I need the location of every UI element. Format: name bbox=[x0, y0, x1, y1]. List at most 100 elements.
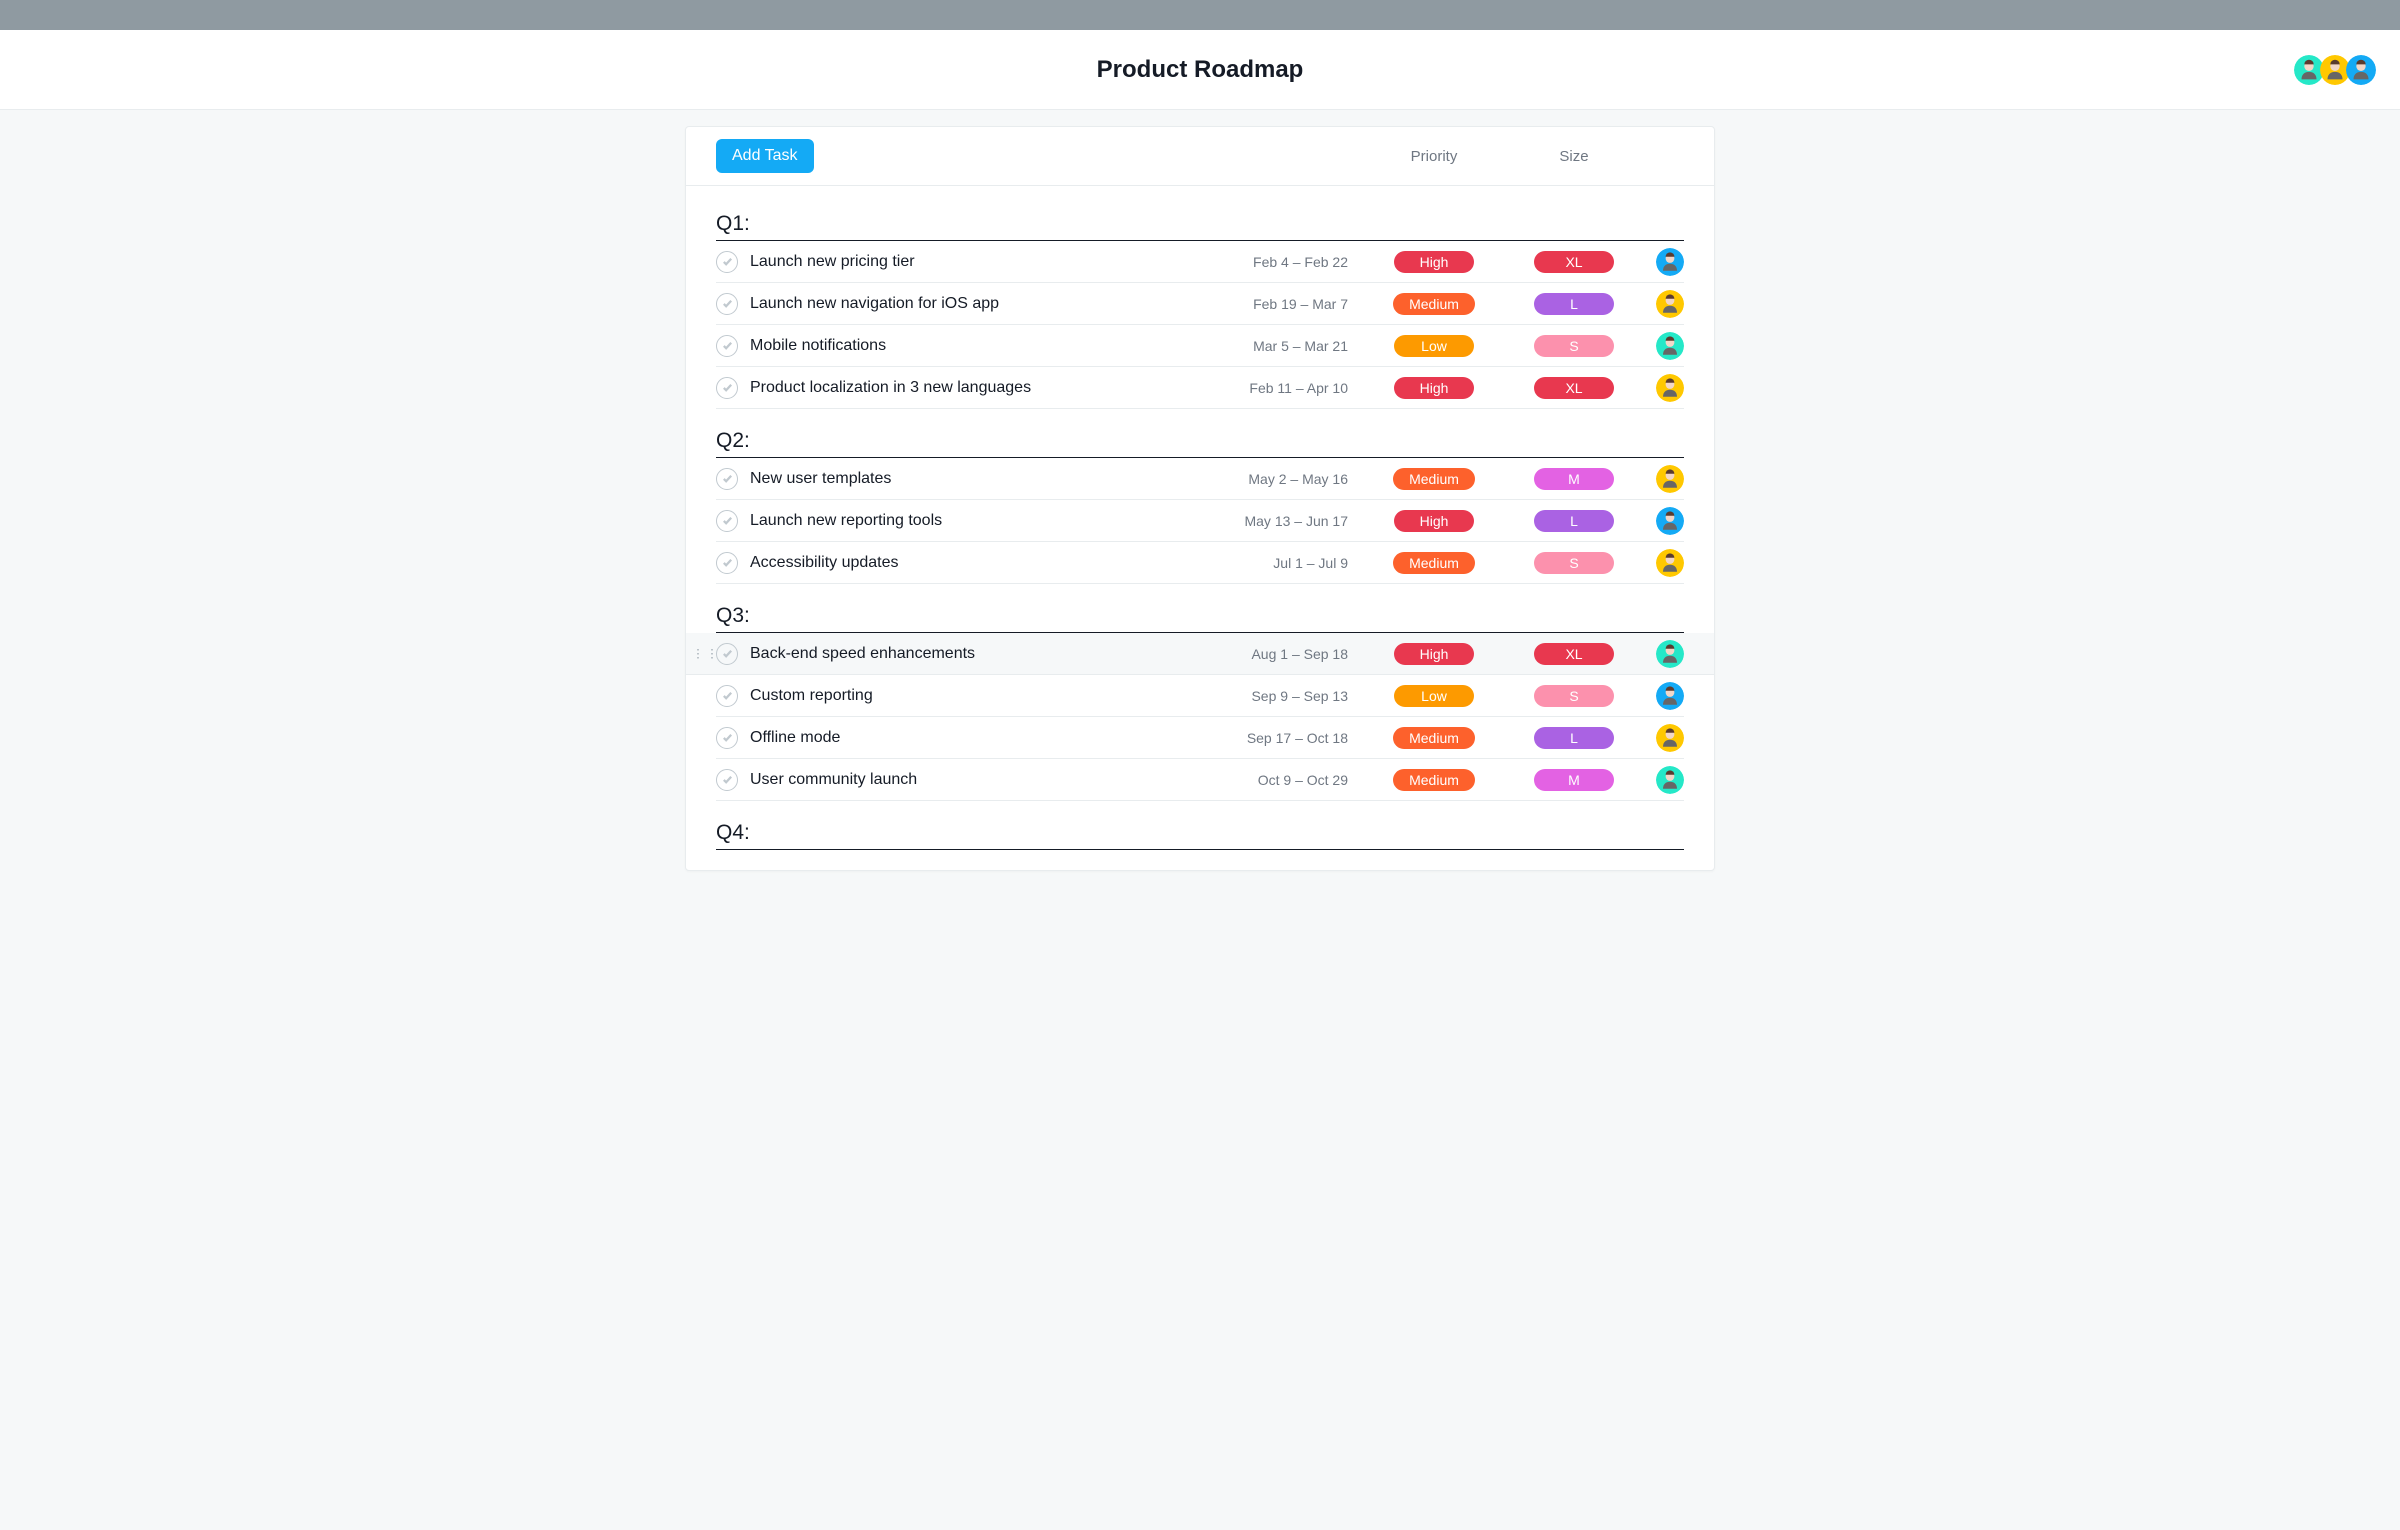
task-date-range[interactable]: Sep 9 – Sep 13 bbox=[1224, 688, 1364, 704]
task-priority-cell[interactable]: Medium bbox=[1364, 468, 1504, 490]
section-header[interactable]: Q2: bbox=[716, 429, 1684, 458]
task-priority-cell[interactable]: Medium bbox=[1364, 769, 1504, 791]
task-size-cell[interactable]: XL bbox=[1504, 251, 1644, 273]
task-priority-cell[interactable]: High bbox=[1364, 643, 1504, 665]
assignee-avatar[interactable] bbox=[1656, 465, 1684, 493]
task-priority-cell[interactable]: Medium bbox=[1364, 727, 1504, 749]
task-assignee-cell[interactable] bbox=[1644, 465, 1684, 493]
task-row[interactable]: Launch new reporting toolsMay 13 – Jun 1… bbox=[716, 500, 1684, 542]
task-row[interactable]: Accessibility updatesJul 1 – Jul 9 Medium… bbox=[716, 542, 1684, 584]
drag-handle-icon[interactable]: ⋮⋮ bbox=[692, 651, 706, 656]
task-size-cell[interactable]: S bbox=[1504, 335, 1644, 357]
assignee-avatar[interactable] bbox=[1656, 549, 1684, 577]
task-date-range[interactable]: Mar 5 – Mar 21 bbox=[1224, 338, 1364, 354]
task-row[interactable]: Offline modeSep 17 – Oct 18MediumL bbox=[716, 717, 1684, 759]
complete-task-checkbox[interactable] bbox=[716, 468, 738, 490]
task-name[interactable]: New user templates bbox=[750, 470, 1224, 488]
assignee-avatar[interactable] bbox=[1656, 507, 1684, 535]
task-priority-cell[interactable]: Low bbox=[1364, 335, 1504, 357]
priority-pill: Medium bbox=[1393, 769, 1475, 791]
task-size-cell[interactable]: S bbox=[1504, 552, 1644, 574]
task-row[interactable]: Custom reportingSep 9 – Sep 13LowS bbox=[716, 675, 1684, 717]
task-row[interactable]: User community launchOct 9 – Oct 29 Mediu… bbox=[716, 759, 1684, 801]
task-name[interactable]: Offline mode bbox=[750, 729, 1224, 747]
assignee-avatar[interactable] bbox=[1656, 248, 1684, 276]
complete-task-checkbox[interactable] bbox=[716, 293, 738, 315]
assignee-avatar[interactable] bbox=[1656, 724, 1684, 752]
complete-task-checkbox[interactable] bbox=[716, 769, 738, 791]
task-priority-cell[interactable]: Low bbox=[1364, 685, 1504, 707]
task-name[interactable]: Product localization in 3 new languages bbox=[750, 379, 1224, 397]
task-row[interactable]: Product localization in 3 new languagesF… bbox=[716, 367, 1684, 409]
page-title: Product Roadmap bbox=[1097, 56, 1304, 84]
task-size-cell[interactable]: L bbox=[1504, 293, 1644, 315]
task-assignee-cell[interactable] bbox=[1644, 332, 1684, 360]
assignee-avatar[interactable] bbox=[1656, 332, 1684, 360]
task-size-cell[interactable]: XL bbox=[1504, 643, 1644, 665]
member-avatar[interactable] bbox=[2346, 55, 2376, 85]
task-row[interactable]: ⋮⋮ Back-end speed enhancementsAug 1 – Sep… bbox=[686, 633, 1714, 675]
complete-task-checkbox[interactable] bbox=[716, 251, 738, 273]
task-date-range[interactable]: Jul 1 – Jul 9 bbox=[1224, 555, 1364, 571]
task-size-cell[interactable]: L bbox=[1504, 727, 1644, 749]
complete-task-checkbox[interactable] bbox=[716, 685, 738, 707]
task-row[interactable]: Launch new navigation for iOS appFeb 19 … bbox=[716, 283, 1684, 325]
task-assignee-cell[interactable] bbox=[1644, 640, 1684, 668]
task-priority-cell[interactable]: High bbox=[1364, 377, 1504, 399]
task-row[interactable]: Mobile notificationsMar 5 – Mar 21LowS bbox=[716, 325, 1684, 367]
assignee-avatar[interactable] bbox=[1656, 374, 1684, 402]
section-header[interactable]: Q3: bbox=[716, 604, 1684, 633]
task-name[interactable]: Launch new reporting tools bbox=[750, 512, 1224, 530]
task-size-cell[interactable]: S bbox=[1504, 685, 1644, 707]
column-header-priority[interactable]: Priority bbox=[1364, 148, 1504, 165]
task-priority-cell[interactable]: High bbox=[1364, 510, 1504, 532]
add-task-button[interactable]: Add Task bbox=[716, 139, 814, 173]
assignee-avatar[interactable] bbox=[1656, 682, 1684, 710]
complete-task-checkbox[interactable] bbox=[716, 335, 738, 357]
task-date-range[interactable]: Feb 11 – Apr 10 bbox=[1224, 380, 1364, 396]
task-assignee-cell[interactable] bbox=[1644, 290, 1684, 318]
task-date-range[interactable]: Feb 19 – Mar 7 bbox=[1224, 296, 1364, 312]
task-name[interactable]: Custom reporting bbox=[750, 687, 1224, 705]
task-date-range[interactable]: Sep 17 – Oct 18 bbox=[1224, 730, 1364, 746]
task-priority-cell[interactable]: High bbox=[1364, 251, 1504, 273]
task-name[interactable]: Launch new navigation for iOS app bbox=[750, 295, 1224, 313]
complete-task-checkbox[interactable] bbox=[716, 552, 738, 574]
complete-task-checkbox[interactable] bbox=[716, 377, 738, 399]
task-assignee-cell[interactable] bbox=[1644, 766, 1684, 794]
task-assignee-cell[interactable] bbox=[1644, 507, 1684, 535]
task-date-range[interactable]: Aug 1 – Sep 18 bbox=[1224, 646, 1364, 662]
task-name[interactable]: Back-end speed enhancements bbox=[750, 645, 1224, 663]
project-members[interactable] bbox=[2298, 55, 2376, 85]
assignee-avatar[interactable] bbox=[1656, 290, 1684, 318]
priority-pill: Medium bbox=[1393, 552, 1475, 574]
column-header-size[interactable]: Size bbox=[1504, 148, 1644, 165]
task-row[interactable]: New user templatesMay 2 – May 16MediumM bbox=[716, 458, 1684, 500]
task-date-range[interactable]: Oct 9 – Oct 29 bbox=[1224, 772, 1364, 788]
complete-task-checkbox[interactable] bbox=[716, 510, 738, 532]
task-assignee-cell[interactable] bbox=[1644, 374, 1684, 402]
assignee-avatar[interactable] bbox=[1656, 640, 1684, 668]
task-assignee-cell[interactable] bbox=[1644, 724, 1684, 752]
complete-task-checkbox[interactable] bbox=[716, 727, 738, 749]
task-name[interactable]: User community launch bbox=[750, 771, 1224, 789]
task-name[interactable]: Mobile notifications bbox=[750, 337, 1224, 355]
task-date-range[interactable]: May 13 – Jun 17 bbox=[1224, 513, 1364, 529]
section-header[interactable]: Q1: bbox=[716, 212, 1684, 241]
task-size-cell[interactable]: M bbox=[1504, 769, 1644, 791]
task-date-range[interactable]: May 2 – May 16 bbox=[1224, 471, 1364, 487]
assignee-avatar[interactable] bbox=[1656, 766, 1684, 794]
task-assignee-cell[interactable] bbox=[1644, 682, 1684, 710]
task-assignee-cell[interactable] bbox=[1644, 248, 1684, 276]
task-name[interactable]: Launch new pricing tier bbox=[750, 253, 1224, 271]
task-size-cell[interactable]: M bbox=[1504, 468, 1644, 490]
task-assignee-cell[interactable] bbox=[1644, 549, 1684, 577]
task-priority-cell[interactable]: Medium bbox=[1364, 293, 1504, 315]
task-size-cell[interactable]: L bbox=[1504, 510, 1644, 532]
section-header[interactable]: Q4: bbox=[716, 821, 1684, 850]
task-row[interactable]: Launch new pricing tierFeb 4 – Feb 22Hig… bbox=[716, 241, 1684, 283]
task-priority-cell[interactable]: Medium bbox=[1364, 552, 1504, 574]
task-size-cell[interactable]: XL bbox=[1504, 377, 1644, 399]
task-date-range[interactable]: Feb 4 – Feb 22 bbox=[1224, 254, 1364, 270]
task-name[interactable]: Accessibility updates bbox=[750, 554, 1224, 572]
